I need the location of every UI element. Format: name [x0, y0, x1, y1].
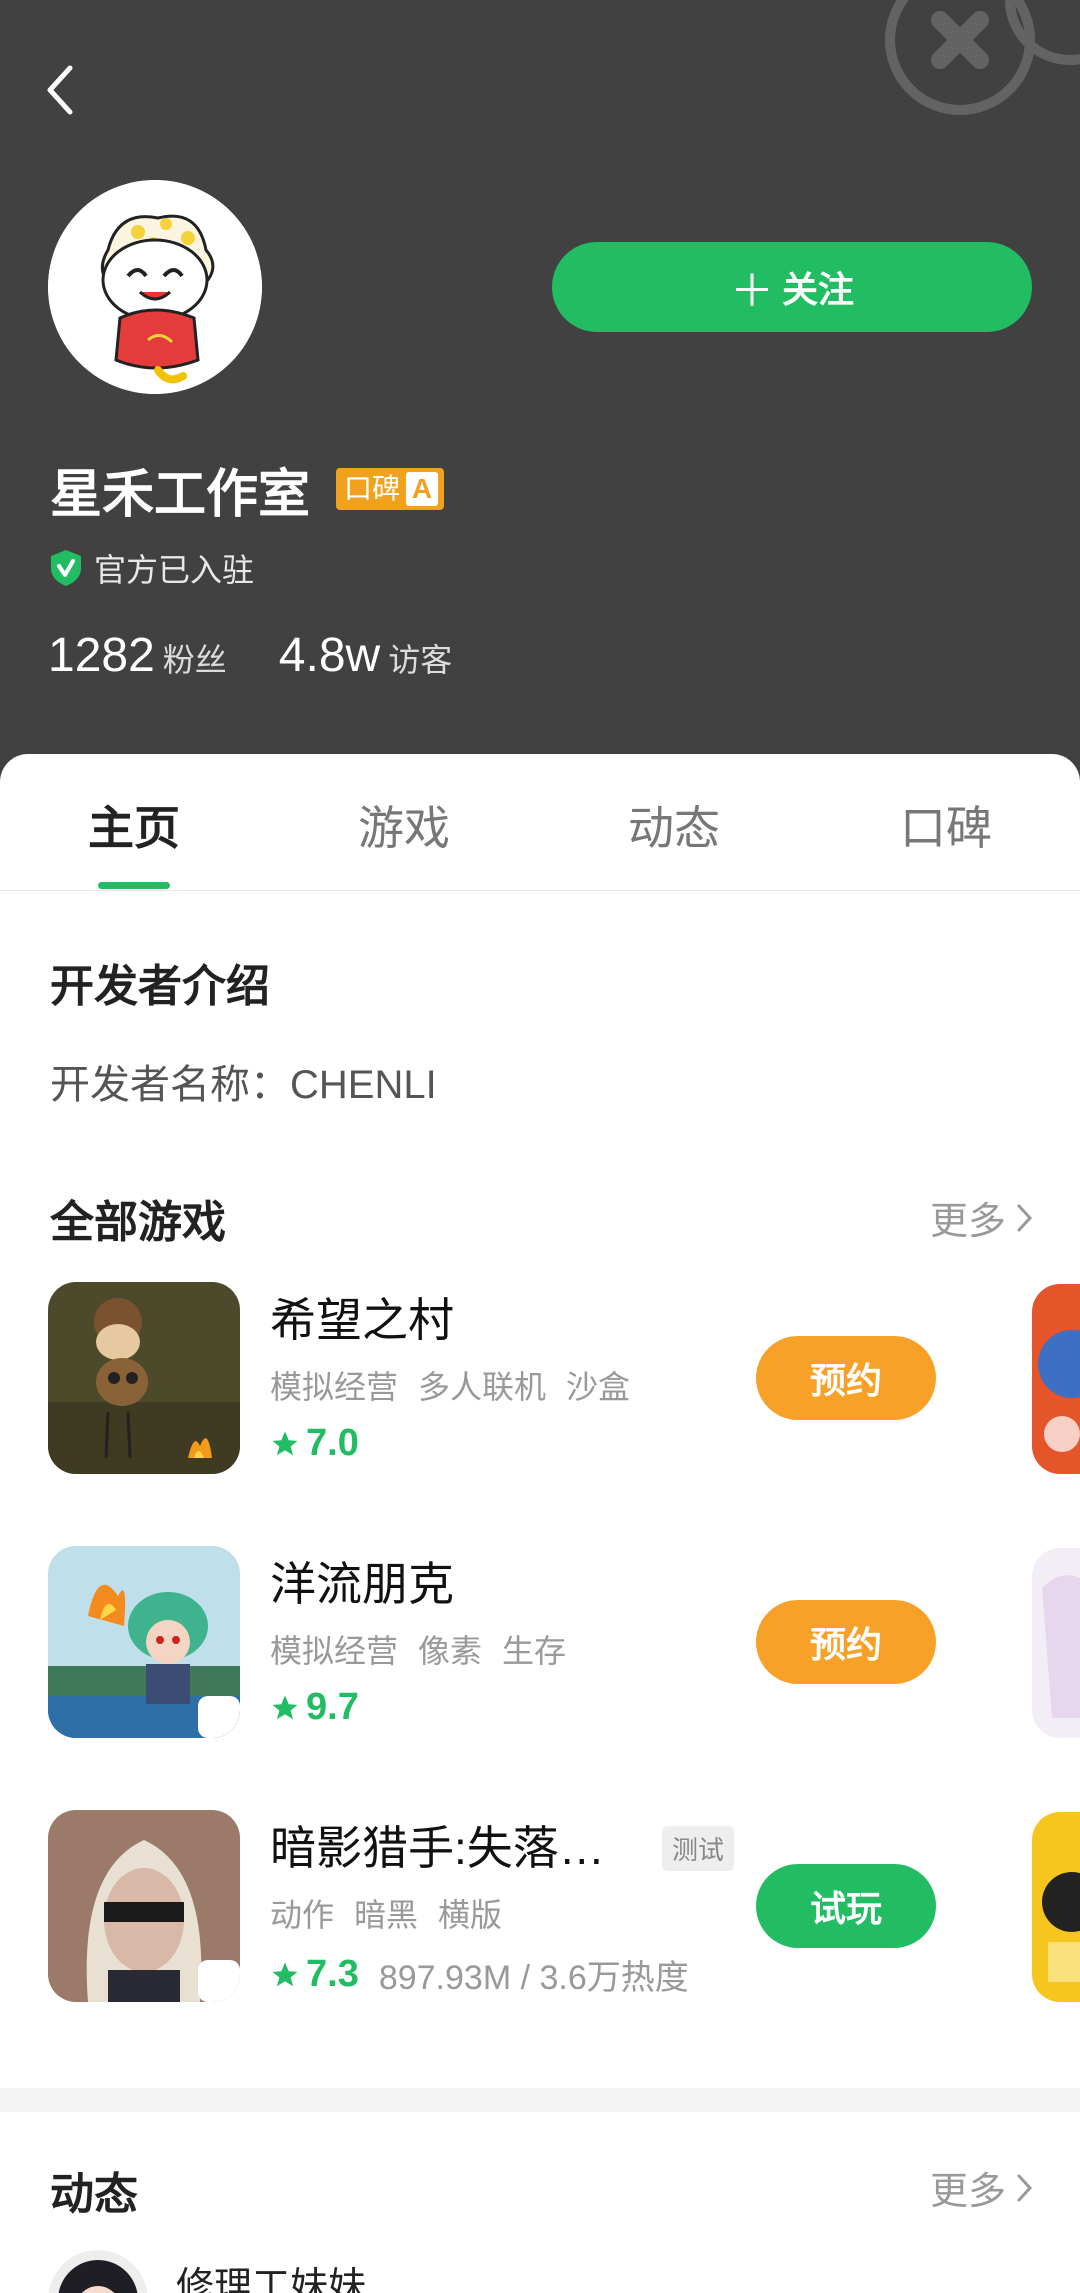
feed-section-title: 动态 [50, 2170, 138, 2219]
game-tag: 多人联机 [418, 1369, 547, 1405]
official-verified-label: 官方已入驻 [48, 545, 254, 591]
game-tag: 生存 [502, 1633, 567, 1669]
game-tag: 横版 [438, 1897, 503, 1933]
game-tag: 模拟经营 [270, 1633, 399, 1669]
tab-bar: 主页 游戏 动态 口碑 [0, 754, 1080, 891]
profile-header: ＋ 关注 星禾工作室 口碑 A 官方已入驻 1282 粉丝 4.8w 访客 [0, 0, 1080, 790]
game-icon [48, 1282, 240, 1474]
games-more-label: 更多 [930, 1201, 1007, 1243]
chevron-right-icon [1017, 1204, 1033, 1231]
game-size-heat: 897.93M / 3.6万热度 [378, 1959, 689, 1997]
rating-score: 7.3 [306, 1953, 359, 1995]
game-item[interactable]: 暗影猎手:失落… 测试 动作 暗黑 横版 7.3 897.93M / 3.6万热度 … [0, 1810, 1080, 2010]
section-divider [0, 2088, 1080, 2112]
game-tags: 模拟经营 多人联机 沙盒 [270, 1362, 650, 1408]
star-icon [272, 1962, 298, 1986]
game-tag: 模拟经营 [270, 1369, 399, 1405]
tab-games[interactable]: 游戏 [314, 792, 494, 858]
star-icon [272, 1695, 298, 1719]
developer-name: 开发者名称：CHENLI [50, 1063, 437, 1107]
game-name: 暗影猎手:失落… [270, 1822, 605, 1874]
tab-feed[interactable]: 动态 [584, 792, 764, 858]
games-section-title: 全部游戏 [50, 1198, 226, 1247]
games-more-link[interactable]: 更多 [930, 1190, 1034, 1245]
follow-button[interactable]: ＋ 关注 [552, 242, 1032, 332]
feed-more-link[interactable]: 更多 [930, 2160, 1034, 2215]
official-text: 官方已入驻 [94, 552, 255, 588]
game-rating: 9.7 [270, 1686, 359, 1729]
next-game-thumbnail[interactable] [1032, 1548, 1080, 1738]
follow-label: 关注 [781, 269, 854, 310]
reputation-badge[interactable]: 口碑 A [336, 468, 445, 510]
active-tab-indicator [98, 882, 170, 889]
content-panel: 主页 游戏 动态 口碑 开发者介绍 开发者名称：CHENLI 全部游戏 更多 希… [0, 754, 1080, 2293]
fans-count: 1282 [48, 629, 155, 682]
game-tag: 动作 [270, 1897, 335, 1933]
rating-score: 7.0 [306, 1422, 359, 1464]
game-icon [48, 1810, 240, 2002]
reputation-grade: A [406, 472, 439, 506]
reserve-button[interactable]: 预约 [756, 1336, 936, 1420]
plus-icon: ＋ [729, 267, 774, 316]
tab-home[interactable]: 主页 [44, 792, 224, 858]
game-item[interactable]: 洋流朋克 模拟经营 像素 生存 9.7 预约 [0, 1546, 1080, 1746]
stats-row: 1282 粉丝 4.8w 访客 [48, 628, 504, 683]
verified-shield-icon [51, 550, 81, 586]
chevron-right-icon [1017, 2174, 1033, 2201]
fans-label: 粉丝 [162, 642, 227, 678]
game-icon [48, 1546, 240, 1738]
try-play-button[interactable]: 试玩 [756, 1864, 936, 1948]
feed-post[interactable]: 修理工妹妹 [48, 2250, 366, 2293]
feed-more-label: 更多 [930, 2171, 1007, 2213]
test-badge: 测试 [662, 1826, 735, 1871]
back-button[interactable] [40, 60, 84, 120]
author-name: 修理工妹妹 [176, 2265, 367, 2293]
game-tags: 动作 暗黑 横版 [270, 1890, 522, 1936]
next-game-thumbnail[interactable] [1032, 1812, 1080, 2002]
game-name: 洋流朋克 [270, 1558, 454, 1610]
visitors-label: 访客 [388, 642, 453, 678]
rating-score: 9.7 [306, 1686, 359, 1728]
reputation-badge-text: 口碑 [344, 473, 401, 504]
gamepad-decoration-icon [885, 0, 1080, 115]
studio-avatar[interactable] [48, 180, 262, 394]
chevron-left-icon [47, 65, 73, 115]
developer-section-title: 开发者介绍 [50, 962, 270, 1011]
game-name: 希望之村 [270, 1294, 454, 1346]
game-item[interactable]: 希望之村 模拟经营 多人联机 沙盒 7.0 预约 [0, 1282, 1080, 1482]
star-icon [272, 1431, 298, 1455]
author-avatar[interactable] [48, 2250, 148, 2293]
game-tags: 模拟经营 像素 生存 [270, 1626, 586, 1672]
next-game-thumbnail[interactable] [1032, 1284, 1080, 1474]
game-tag: 沙盒 [566, 1369, 631, 1405]
game-tag: 暗黑 [354, 1897, 419, 1933]
game-rating: 7.0 [270, 1422, 359, 1465]
cartoon-mascot-icon [48, 180, 262, 394]
reserve-button[interactable]: 预约 [756, 1600, 936, 1684]
game-tag: 像素 [418, 1633, 483, 1669]
visitors-count: 4.8w [278, 629, 381, 682]
studio-name: 星禾工作室 [50, 466, 311, 524]
tab-reviews[interactable]: 口碑 [856, 792, 1036, 858]
game-rating: 7.3 897.93M / 3.6万热度 [270, 1950, 689, 1999]
